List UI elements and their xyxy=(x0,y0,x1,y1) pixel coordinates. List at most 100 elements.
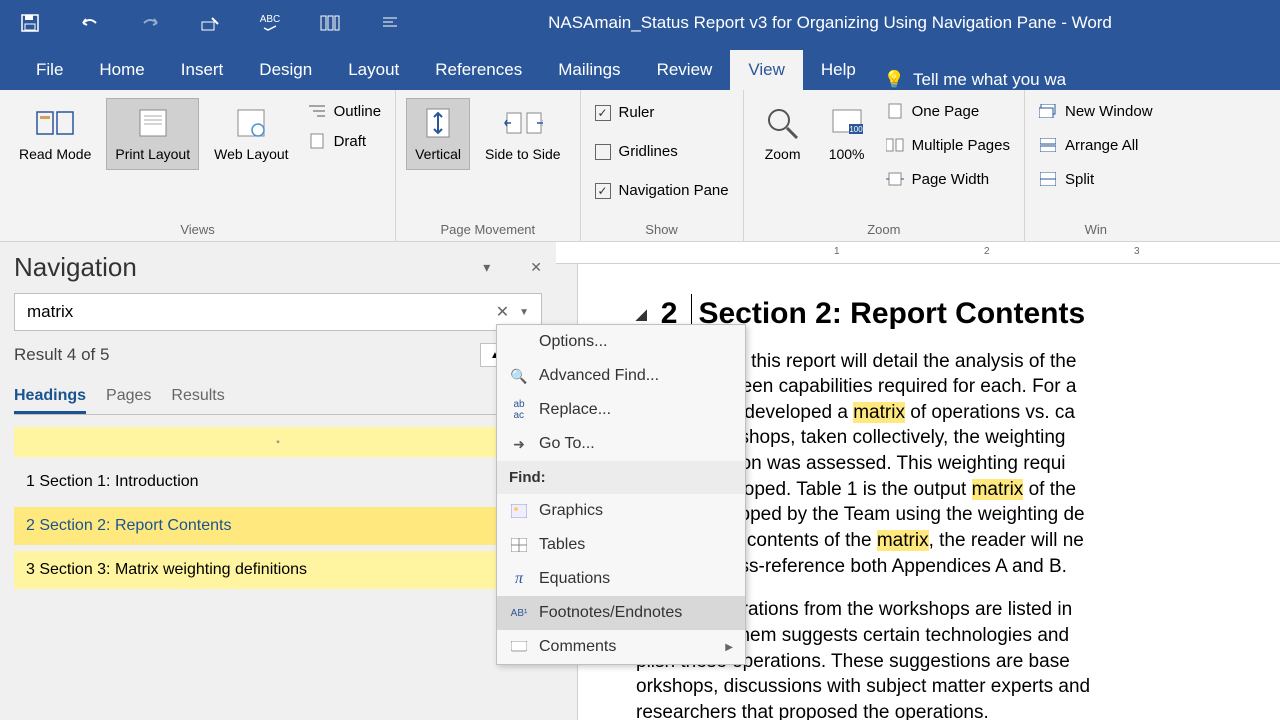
ruler-checkbox[interactable]: ✓Ruler xyxy=(591,98,733,127)
nav-tabs: Headings Pages Results xyxy=(14,381,542,415)
document-title: NASAmain_Status Report v3 for Organizing… xyxy=(400,13,1260,33)
ribbon-group-views: Read Mode Print Layout Web Layout Outlin… xyxy=(0,90,396,241)
hundred-percent-button[interactable]: 100 100% xyxy=(818,98,876,170)
views-group-label: Views xyxy=(10,218,385,237)
main-area: Navigation ▾ ✕ ✕ ▼ Result 4 of 5 ▲ Headi… xyxy=(0,242,1280,720)
new-window-button[interactable]: New Window xyxy=(1035,98,1157,124)
highlight-matrix: matrix xyxy=(877,530,929,551)
menu-references[interactable]: References xyxy=(417,50,540,90)
dd-comments[interactable]: Comments▶ xyxy=(497,630,745,664)
dd-footnotes[interactable]: AB¹Footnotes/Endnotes xyxy=(497,596,745,630)
tab-pages[interactable]: Pages xyxy=(106,381,151,414)
save-icon[interactable] xyxy=(20,13,40,33)
columns-icon[interactable] xyxy=(320,13,340,33)
window-group-label: Win xyxy=(1035,218,1157,237)
new-window-icon xyxy=(1039,102,1057,120)
equations-icon: π xyxy=(509,570,529,588)
nav-item-blank[interactable]: ▪ xyxy=(14,427,542,457)
menu-file[interactable]: File xyxy=(18,50,81,90)
nav-pane-checkbox[interactable]: ✓Navigation Pane xyxy=(591,176,733,205)
menu-home[interactable]: Home xyxy=(81,50,162,90)
title-bar: ABC NASAmain_Status Report v3 for Organi… xyxy=(0,0,1280,46)
ribbon-group-page-movement: Vertical Side to Side Page Movement xyxy=(396,90,580,241)
quick-edit-icon[interactable] xyxy=(200,13,220,33)
side-to-side-icon xyxy=(503,105,543,141)
one-page-button[interactable]: One Page xyxy=(882,98,1014,124)
paragraph-icon[interactable] xyxy=(380,13,400,33)
outline-button[interactable]: Outline xyxy=(304,98,386,124)
zoom-group-label: Zoom xyxy=(754,218,1014,237)
page-width-button[interactable]: Page Width xyxy=(882,166,1014,192)
horizontal-ruler[interactable]: 1 2 3 xyxy=(556,242,1280,264)
result-count: Result 4 of 5 xyxy=(14,345,109,365)
replace-icon: abac xyxy=(509,401,529,419)
quick-access-toolbar: ABC xyxy=(20,13,400,33)
web-layout-button[interactable]: Web Layout xyxy=(205,98,297,170)
zoom-icon xyxy=(763,105,803,141)
gridlines-checkbox[interactable]: Gridlines xyxy=(591,137,733,166)
nav-item-section2[interactable]: 2 Section 2: Report Contents xyxy=(14,507,542,545)
checkbox-icon xyxy=(595,144,611,160)
nav-close-icon[interactable]: ✕ xyxy=(530,259,542,276)
spelling-icon[interactable]: ABC xyxy=(260,13,280,33)
menu-view[interactable]: View xyxy=(730,50,803,90)
menu-insert[interactable]: Insert xyxy=(163,50,242,90)
side-to-side-button[interactable]: Side to Side xyxy=(476,98,570,170)
collapse-marker-icon[interactable]: ◢ xyxy=(636,305,647,324)
dd-advanced-find[interactable]: 🔍Advanced Find... xyxy=(497,359,745,393)
redo-icon[interactable] xyxy=(140,13,160,33)
nav-title: Navigation xyxy=(14,252,137,283)
menu-design[interactable]: Design xyxy=(241,50,330,90)
split-button[interactable]: Split xyxy=(1035,166,1157,192)
menu-layout[interactable]: Layout xyxy=(330,50,417,90)
nav-item-section3[interactable]: 3 Section 3: Matrix weighting definition… xyxy=(14,551,542,589)
dd-goto[interactable]: ➜Go To... xyxy=(497,427,745,461)
arrange-icon xyxy=(1039,136,1057,154)
read-mode-button[interactable]: Read Mode xyxy=(10,98,100,170)
search-icon: 🔍 xyxy=(509,367,529,385)
tell-me-label: Tell me what you wa xyxy=(913,70,1066,90)
ribbon-group-window: New Window Arrange All Split Win xyxy=(1025,90,1167,241)
print-layout-icon xyxy=(133,105,173,141)
menu-mailings[interactable]: Mailings xyxy=(540,50,638,90)
menu-bar: File Home Insert Design Layout Reference… xyxy=(0,46,1280,90)
ribbon-group-show: ✓Ruler Gridlines ✓Navigation Pane Show xyxy=(581,90,744,241)
search-dropdown-icon[interactable]: ▼ xyxy=(515,307,533,318)
dd-options[interactable]: Options... xyxy=(497,325,745,359)
tell-me-search[interactable]: 💡 Tell me what you wa xyxy=(884,70,1066,90)
nav-item-section1[interactable]: 1 Section 1: Introduction xyxy=(14,463,542,501)
menu-help[interactable]: Help xyxy=(803,50,874,90)
comments-icon xyxy=(509,638,529,656)
search-dropdown-menu: Options... 🔍Advanced Find... abacReplace… xyxy=(496,324,746,665)
draft-button[interactable]: Draft xyxy=(304,128,386,154)
footnotes-icon: AB¹ xyxy=(509,604,529,622)
menu-review[interactable]: Review xyxy=(639,50,731,90)
vertical-button[interactable]: Vertical xyxy=(406,98,470,170)
draft-icon xyxy=(308,132,326,150)
page-movement-label: Page Movement xyxy=(406,218,569,237)
goto-icon: ➜ xyxy=(509,435,529,453)
highlight-matrix: matrix xyxy=(853,402,905,423)
arrange-all-button[interactable]: Arrange All xyxy=(1035,132,1157,158)
search-input[interactable] xyxy=(23,298,490,326)
print-layout-button[interactable]: Print Layout xyxy=(106,98,199,170)
tab-headings[interactable]: Headings xyxy=(14,381,86,414)
multiple-pages-button[interactable]: Multiple Pages xyxy=(882,132,1014,158)
search-box[interactable]: ✕ ▼ xyxy=(14,293,542,331)
vertical-icon xyxy=(418,105,458,141)
dd-tables[interactable]: Tables xyxy=(497,528,745,562)
dd-find-label: Find: xyxy=(497,461,745,494)
tab-results[interactable]: Results xyxy=(171,381,224,414)
nav-dropdown-icon[interactable]: ▾ xyxy=(483,259,490,276)
undo-icon[interactable] xyxy=(80,13,100,33)
dd-equations[interactable]: πEquations xyxy=(497,562,745,596)
dd-replace[interactable]: abacReplace... xyxy=(497,393,745,427)
checkbox-checked-icon: ✓ xyxy=(595,183,611,199)
navigation-pane: Navigation ▾ ✕ ✕ ▼ Result 4 of 5 ▲ Headi… xyxy=(0,242,556,720)
multiple-pages-icon xyxy=(886,136,904,154)
zoom-button[interactable]: Zoom xyxy=(754,98,812,170)
clear-search-icon[interactable]: ✕ xyxy=(490,302,515,322)
dd-graphics[interactable]: Graphics xyxy=(497,494,745,528)
ribbon-group-zoom: Zoom 100 100% One Page Multiple Pages Pa… xyxy=(744,90,1025,241)
page-width-icon xyxy=(886,170,904,188)
